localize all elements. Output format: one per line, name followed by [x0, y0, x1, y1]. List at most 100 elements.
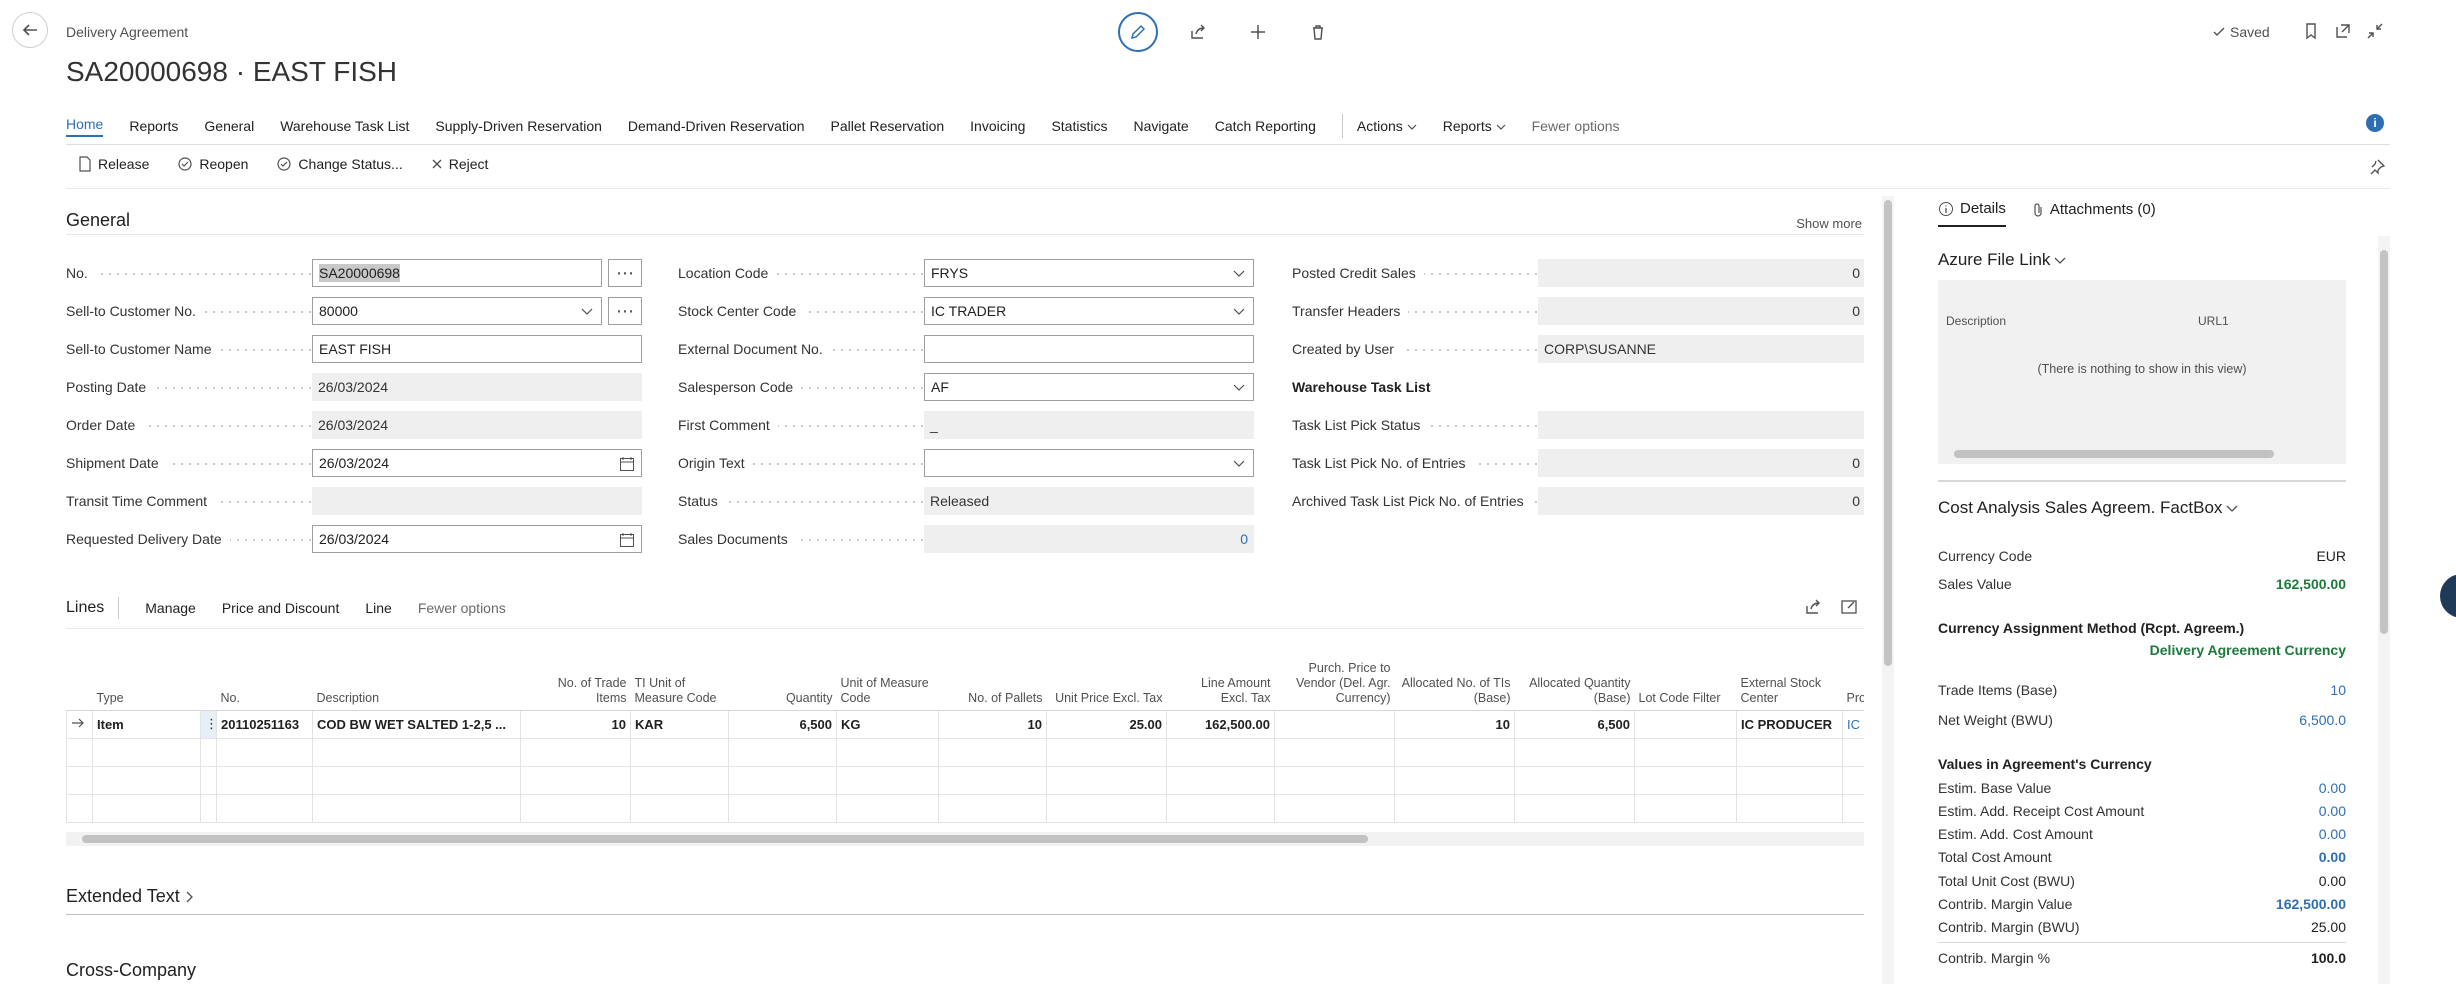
fb-value[interactable]: 6,500.0 — [2299, 712, 2346, 728]
actions-menu[interactable]: Actions — [1357, 118, 1417, 134]
column-header-trade-items[interactable]: No. of Trade Items — [520, 658, 631, 711]
cell-purch-price[interactable] — [1274, 709, 1396, 739]
column-header-pro[interactable]: Pro — [1842, 658, 1864, 711]
cell-description[interactable]: COD BW WET SALTED 1-2,5 ... — [312, 709, 522, 739]
column-header-line-amount[interactable]: Line Amount Excl. Tax — [1166, 658, 1275, 711]
tab-demand-driven-reservation[interactable]: Demand-Driven Reservation — [628, 118, 805, 134]
bookmark-icon[interactable] — [2302, 22, 2320, 40]
table-row[interactable] — [66, 765, 1864, 795]
cell-line-amount[interactable]: 162,500.00 — [1166, 709, 1276, 739]
ellipsis-icon[interactable]: ⋯ — [608, 297, 642, 325]
tab-general[interactable]: General — [204, 118, 254, 134]
tab-statistics[interactable]: Statistics — [1051, 118, 1107, 134]
cell-quantity[interactable]: 6,500 — [728, 709, 838, 739]
cell-allocated-qty[interactable]: 6,500 — [1514, 709, 1636, 739]
cell-pro[interactable]: IC — [1842, 709, 1864, 739]
cell-no[interactable]: 20110251163 — [216, 709, 314, 739]
posted-credit-sales-value[interactable]: 0 — [1538, 259, 1864, 287]
fb-value[interactable]: 0.00 — [2319, 803, 2346, 819]
collapse-icon[interactable] — [2366, 22, 2384, 40]
fb-value[interactable]: 0.00 — [2319, 826, 2346, 842]
location-code-select[interactable]: FRYS — [924, 259, 1254, 287]
change-status-button[interactable]: Change Status... — [276, 156, 403, 172]
tab-invoicing[interactable]: Invoicing — [970, 118, 1025, 134]
column-header-description[interactable]: Description — [312, 658, 521, 711]
column-header-type[interactable]: Type — [92, 658, 201, 711]
row-selector[interactable] — [66, 709, 93, 739]
release-button[interactable]: Release — [78, 156, 149, 172]
ellipsis-icon[interactable]: ⋯ — [608, 259, 642, 287]
new-button[interactable] — [1238, 12, 1278, 52]
lines-section-title[interactable]: Lines — [66, 599, 104, 617]
factbox-vertical-scrollbar[interactable] — [2378, 236, 2390, 984]
column-header-purch-price[interactable]: Purch. Price to Vendor (Del. Agr. Curren… — [1274, 658, 1395, 711]
column-header-no[interactable]: No. — [216, 658, 313, 711]
scrollbar-thumb[interactable] — [2380, 250, 2388, 634]
back-button[interactable] — [12, 12, 48, 48]
tab-catch-reporting[interactable]: Catch Reporting — [1215, 118, 1316, 134]
tab-supply-driven-reservation[interactable]: Supply-Driven Reservation — [435, 118, 602, 134]
main-vertical-scrollbar[interactable] — [1882, 196, 1894, 984]
share-icon[interactable] — [1804, 598, 1822, 616]
column-header-pallets[interactable]: No. of Pallets — [938, 658, 1047, 711]
requested-delivery-date-input[interactable]: 26/03/2024 — [312, 525, 642, 553]
fewer-options-button[interactable]: Fewer options — [1532, 118, 1620, 134]
sales-documents-value[interactable]: 0 — [924, 525, 1254, 553]
azure-horizontal-scrollbar[interactable] — [1938, 446, 2346, 462]
scrollbar-thumb[interactable] — [1954, 450, 2274, 458]
lines-price-discount-button[interactable]: Price and Discount — [222, 600, 340, 616]
tab-navigate[interactable]: Navigate — [1133, 118, 1188, 134]
task-list-pick-entries-value[interactable]: 0 — [1538, 449, 1864, 477]
origin-text-select[interactable] — [924, 449, 1254, 477]
azure-file-link-title[interactable]: Azure File Link — [1938, 250, 2066, 270]
first-comment-value[interactable]: _ — [924, 411, 1254, 439]
sell-to-customer-no-input[interactable]: 80000 — [312, 297, 602, 325]
archived-task-list-entries-value[interactable]: 0 — [1538, 487, 1864, 515]
stock-center-code-select[interactable]: IC TRADER — [924, 297, 1254, 325]
transfer-headers-value[interactable]: 0 — [1538, 297, 1864, 325]
external-document-no-input[interactable] — [924, 335, 1254, 363]
tab-warehouse-task-list[interactable]: Warehouse Task List — [280, 118, 409, 134]
lines-fewer-options-button[interactable]: Fewer options — [418, 600, 506, 616]
tab-details[interactable]: Details — [1938, 200, 2006, 227]
column-header-lot-filter[interactable]: Lot Code Filter — [1634, 658, 1737, 711]
fb-value[interactable]: 0.00 — [2319, 780, 2346, 796]
more-vertical-icon[interactable]: ⋮ — [200, 709, 218, 739]
fb-value[interactable]: 0.00 — [2319, 849, 2346, 865]
open-new-window-icon[interactable] — [2334, 22, 2352, 40]
scrollbar-thumb[interactable] — [1884, 200, 1892, 666]
column-header-quantity[interactable]: Quantity — [728, 658, 837, 711]
column-header-allocated-tis[interactable]: Allocated No. of TIs (Base) — [1394, 658, 1515, 711]
cell-ti-uom[interactable]: KAR — [630, 709, 730, 739]
lines-horizontal-scrollbar[interactable] — [66, 832, 1864, 846]
general-section-title[interactable]: General — [66, 210, 130, 231]
column-header-unit-price[interactable]: Unit Price Excl. Tax — [1046, 658, 1167, 711]
edit-button[interactable] — [1118, 12, 1158, 52]
cross-company-section-title[interactable]: Cross-Company — [66, 960, 196, 981]
lines-manage-button[interactable]: Manage — [145, 600, 196, 616]
cell-uom[interactable]: KG — [836, 709, 940, 739]
extended-text-section[interactable]: Extended Text — [66, 886, 194, 907]
tab-attachments[interactable]: Attachments (0) — [2032, 200, 2156, 227]
shipment-date-input[interactable]: 26/03/2024 — [312, 449, 642, 477]
column-header-uom[interactable]: Unit of Measure Code — [836, 658, 939, 711]
lines-line-button[interactable]: Line — [365, 600, 391, 616]
reopen-button[interactable]: Reopen — [177, 156, 248, 172]
info-icon[interactable]: i — [2366, 114, 2384, 132]
salesperson-code-select[interactable]: AF — [924, 373, 1254, 401]
open-new-window-icon[interactable] — [1840, 598, 1858, 616]
cell-allocated-tis[interactable]: 10 — [1394, 709, 1516, 739]
calendar-icon[interactable] — [619, 456, 635, 472]
tab-reports[interactable]: Reports — [129, 118, 178, 134]
cell-unit-price[interactable]: 25.00 — [1046, 709, 1168, 739]
calendar-icon[interactable] — [619, 532, 635, 548]
share-button[interactable] — [1178, 12, 1218, 52]
floating-assistant-button[interactable] — [2440, 574, 2456, 618]
column-header-external-stock[interactable]: External Stock Center — [1736, 658, 1843, 711]
column-header-ti-uom[interactable]: TI Unit of Measure Code — [630, 658, 729, 711]
no-input[interactable]: SA20000698 — [312, 259, 602, 287]
pin-icon[interactable] — [2368, 158, 2386, 176]
table-row[interactable] — [66, 737, 1864, 767]
reports-menu[interactable]: Reports — [1443, 118, 1506, 134]
column-header-allocated-qty[interactable]: Allocated Quantity (Base) — [1514, 658, 1635, 711]
